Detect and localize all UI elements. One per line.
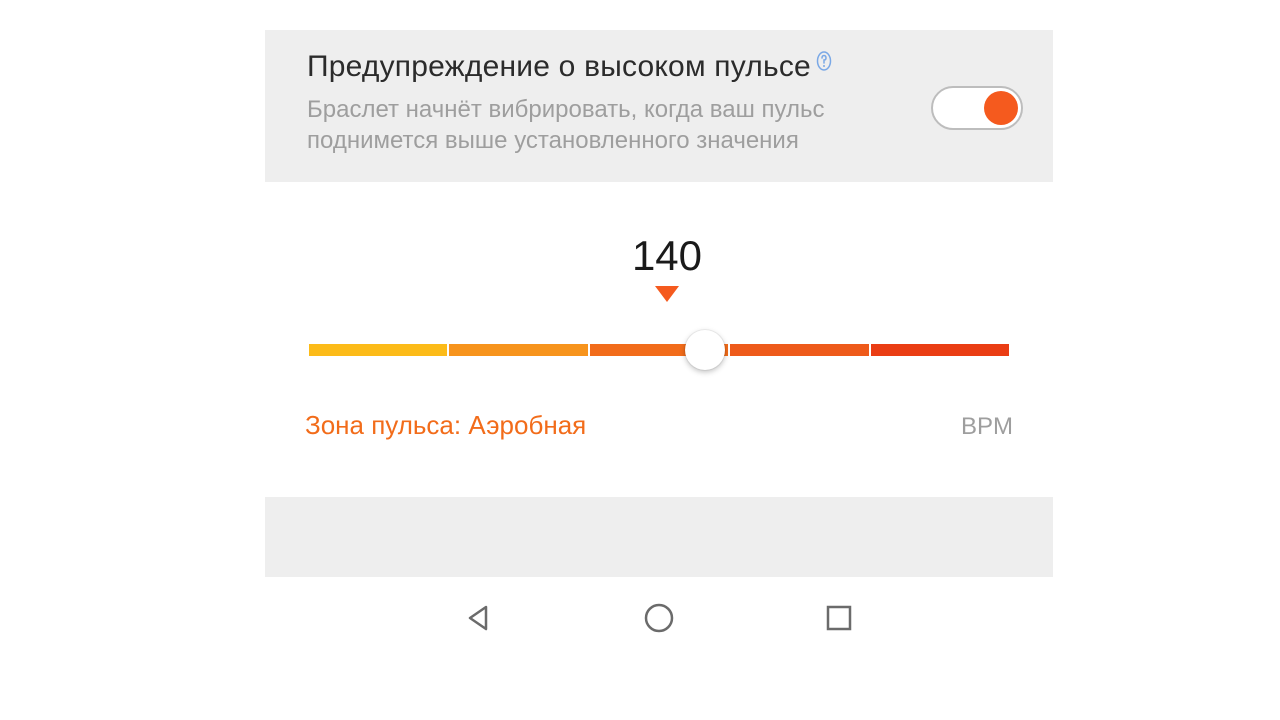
slider-labels-row: Зона пульса: Аэробная BPM (305, 410, 1013, 441)
card-text-block: Предупреждение о высоком пульсе Браслет … (307, 50, 931, 156)
card-title-row: Предупреждение о высоком пульсе (307, 50, 931, 84)
slider-value: 140 (313, 232, 1021, 280)
android-navbar (265, 583, 1053, 653)
nav-recent-button[interactable] (819, 598, 859, 638)
home-circle-icon (642, 601, 676, 635)
zone-prefix: Зона пульса: (305, 410, 468, 440)
slider-track-wrap[interactable] (305, 330, 1013, 370)
nav-home-button[interactable] (639, 598, 679, 638)
settings-screen: Предупреждение о высоком пульсе Браслет … (265, 30, 1053, 653)
zone-segment-5 (871, 344, 1009, 356)
zone-name: Аэробная (468, 410, 586, 440)
recent-square-icon (824, 603, 854, 633)
alert-toggle[interactable] (931, 86, 1023, 130)
alert-description: Браслет начнёт вибрировать, когда ваш пу… (307, 94, 867, 156)
zone-segment-2 (449, 344, 587, 356)
slider-thumb[interactable] (685, 330, 725, 370)
value-pointer-icon (655, 286, 679, 302)
slider-track (309, 344, 1009, 356)
zone-segment-1 (309, 344, 447, 356)
help-icon[interactable] (815, 50, 833, 72)
alert-title: Предупреждение о высоком пульсе (307, 50, 811, 84)
zone-label: Зона пульса: Аэробная (305, 410, 586, 441)
heart-rate-slider-area: 140 Зона пульса: Аэробная BPM (265, 182, 1053, 477)
section-divider (265, 497, 1053, 577)
back-triangle-icon (464, 603, 494, 633)
toggle-knob (984, 91, 1018, 125)
nav-back-button[interactable] (459, 598, 499, 638)
high-heart-rate-alert-card: Предупреждение о высоком пульсе Браслет … (265, 30, 1053, 182)
unit-label: BPM (961, 413, 1013, 441)
zone-segment-4 (730, 344, 868, 356)
